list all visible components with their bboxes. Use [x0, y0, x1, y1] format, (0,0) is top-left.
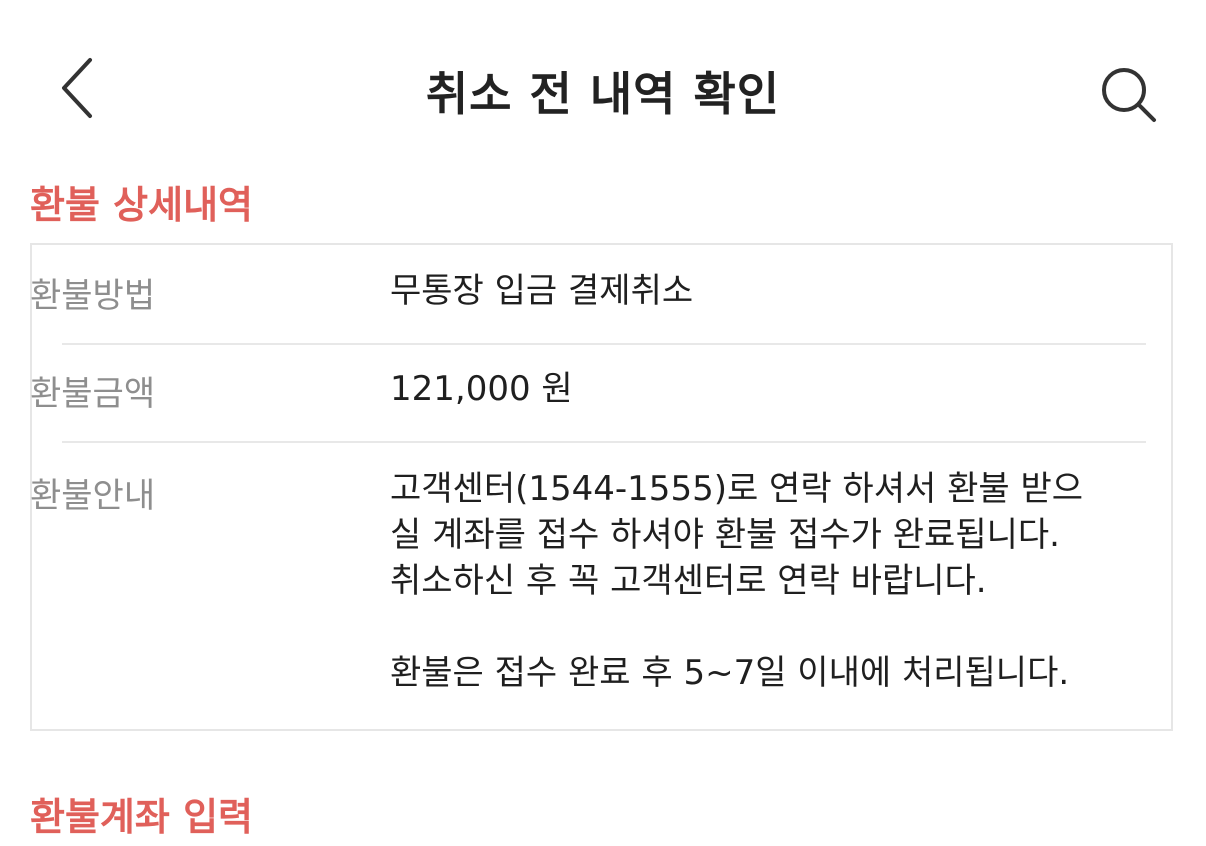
refund-guide-text: 고객센터(1544-1555)로 연락 하셔서 환불 받으 실 계좌를 접수 하… [390, 466, 1150, 696]
search-button[interactable] [1090, 56, 1170, 136]
refund-guide-line: 실 계좌를 접수 하셔야 환불 접수가 완료됩니다. [390, 515, 1060, 555]
refund-amount-label: 환불금액 [30, 374, 156, 414]
refund-method-label: 환불방법 [30, 276, 156, 316]
refund-method-value: 무통장 입금 결제취소 [390, 271, 694, 311]
refund-guide-label: 환불안내 [30, 476, 156, 516]
refund-account-section-title: 환불계좌 입력 [30, 795, 253, 839]
refund-guide-line: 환불은 접수 완료 후 5~7일 이내에 처리됩니다. [390, 653, 1070, 693]
row-divider [62, 343, 1146, 345]
refund-detail-section-title: 환불 상세내역 [30, 183, 253, 227]
refund-amount-value: 121,000 원 [390, 369, 573, 409]
row-divider [62, 441, 1146, 443]
refund-guide-line: 고객센터(1544-1555)로 연락 하셔서 환불 받으 [390, 469, 1084, 509]
refund-guide-line: 취소하신 후 꼭 고객센터로 연락 바랍니다. [390, 561, 987, 601]
cancel-confirm-screen: 취소 전 내역 확인 환불 상세내역 환불방법 무통장 입금 결제취소 환불금액… [0, 0, 1206, 846]
page-title: 취소 전 내역 확인 [425, 67, 781, 121]
search-icon [1102, 68, 1156, 122]
top-app-bar: 취소 전 내역 확인 [0, 0, 1206, 180]
